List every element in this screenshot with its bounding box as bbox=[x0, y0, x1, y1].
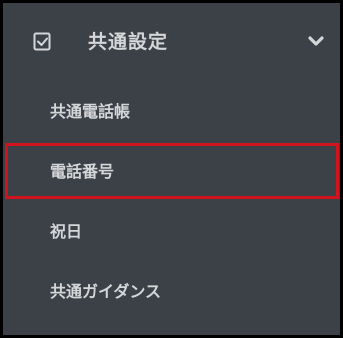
menu-item-common-phonebook[interactable]: 共通電話帳 bbox=[3, 87, 340, 137]
menu-item-common-guidance[interactable]: 共通ガイダンス bbox=[3, 267, 340, 317]
menu-group-common-settings[interactable]: 共通設定 bbox=[3, 3, 340, 81]
checkbox-square-icon bbox=[33, 32, 51, 51]
chevron-down-icon[interactable] bbox=[308, 35, 324, 47]
menu-item-label: 共通ガイダンス bbox=[50, 282, 162, 301]
side-menu: 共通設定 共通電話帳 電話番号 祝日 共通ガイダンス bbox=[3, 3, 340, 335]
menu-item-holidays[interactable]: 祝日 bbox=[3, 207, 340, 257]
menu-item-phone-number[interactable]: 電話番号 bbox=[3, 147, 340, 197]
menu-item-label: 共通電話帳 bbox=[50, 102, 131, 121]
menu-item-label: 電話番号 bbox=[50, 162, 115, 181]
menu-group-label: 共通設定 bbox=[88, 31, 169, 53]
menu-item-label: 祝日 bbox=[50, 222, 83, 241]
